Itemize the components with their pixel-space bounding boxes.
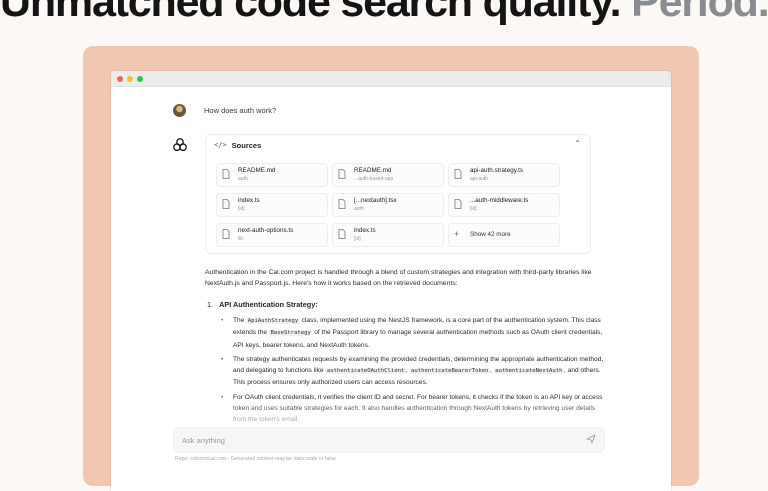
inline-code: authenticateOAuthClient: [325, 368, 406, 375]
file-icon: [338, 199, 346, 209]
ask-box: [173, 427, 605, 453]
source-card[interactable]: README.md ...auth-based-app: [332, 163, 444, 187]
source-file-name: README.md: [238, 167, 276, 174]
file-icon: [222, 199, 230, 209]
source-file-name: api-auth.strategy.ts: [470, 167, 524, 174]
file-icon: [454, 199, 462, 209]
chevron-up-icon[interactable]: ⌃: [574, 139, 581, 148]
source-repo: api-auth: [470, 176, 489, 182]
source-card[interactable]: ...auth-middleware.ts [id]: [448, 193, 560, 217]
source-repo: lib: [238, 236, 244, 242]
file-icon: [338, 229, 346, 239]
headline-muted: Period.: [631, 0, 768, 26]
close-window-button[interactable]: [117, 75, 123, 82]
sources-header[interactable]: </> Sources ⌃: [206, 135, 590, 155]
plus-icon: +: [454, 229, 460, 239]
user-message: How does auth work?: [173, 104, 276, 117]
source-repo: [id]: [354, 236, 361, 242]
window-titlebar: [111, 71, 671, 87]
text-span: The: [233, 317, 247, 324]
text-span: ,: [405, 367, 410, 375]
answer-intro-text: Authentication in the Cal.com project is…: [205, 269, 592, 287]
source-card[interactable]: api-auth.strategy.ts api-auth: [448, 163, 560, 187]
file-icon: [338, 169, 346, 179]
inline-code: ApiAuthStrategy: [246, 318, 300, 324]
source-repo: [id]: [238, 206, 245, 212]
file-icon: [454, 169, 462, 179]
source-file-name: next-auth-options.ts: [238, 227, 294, 234]
inline-code: BaseStrategy: [268, 330, 313, 337]
source-file-name: README.md: [354, 167, 392, 174]
list-item: The ApiAuthStrategy class, implemented u…: [221, 315, 607, 351]
sources-title: Sources: [231, 140, 262, 150]
answer-section-heading: 1. API Authentication Strategy:: [207, 300, 318, 309]
inline-code: authenticateBearerToken: [409, 368, 490, 375]
file-icon: [222, 169, 230, 179]
send-icon[interactable]: [586, 434, 596, 444]
page-headline: Unmatched code search quality. Period.: [0, 0, 768, 27]
source-card[interactable]: README.md auth: [216, 163, 328, 187]
source-repo: ...auth-based-app: [354, 176, 394, 182]
inline-code: authenticateNextAuth: [493, 368, 565, 375]
file-icon: [222, 229, 230, 239]
source-card[interactable]: index.ts [id]: [216, 193, 328, 217]
app-window: How does auth work? </> Sources ⌃ README…: [111, 71, 671, 491]
source-repo: auth: [354, 206, 364, 212]
footer-note: Repo: calcom/cal.com · Generated content…: [175, 456, 336, 462]
source-file-name: ...auth-middleware.ts: [470, 197, 529, 204]
section-number: 1.: [207, 300, 214, 309]
headline-main: Unmatched code search quality.: [0, 0, 622, 26]
trefoil-logo-icon: [173, 138, 187, 152]
show-more-sources-button[interactable]: + Show 42 more: [448, 223, 560, 247]
ask-input[interactable]: [180, 432, 564, 448]
minimize-window-button[interactable]: [127, 75, 133, 82]
source-file-name: [...nextauth].tsx: [354, 197, 397, 204]
source-card[interactable]: index.ts [id]: [332, 223, 444, 247]
user-question: How does auth work?: [204, 106, 277, 115]
avatar: [173, 104, 186, 117]
source-repo: auth: [238, 176, 248, 182]
source-card[interactable]: next-auth-options.ts lib: [216, 223, 328, 247]
show-more-label: Show 42 more: [470, 231, 511, 238]
sources-panel: </> Sources ⌃ README.md auth README.md .…: [205, 134, 591, 254]
source-card[interactable]: [...nextauth].tsx auth: [332, 193, 444, 217]
source-repo: [id]: [470, 206, 477, 212]
source-file-name: index.ts: [238, 197, 260, 204]
code-brackets-icon: </>: [214, 141, 227, 149]
maximize-window-button[interactable]: [137, 75, 143, 82]
answer-intro: Authentication in the Cal.com project is…: [205, 267, 615, 289]
source-file-name: index.ts: [354, 227, 376, 234]
list-item: The strategy authenticates requests by e…: [221, 354, 607, 389]
section-title: API Authentication Strategy:: [219, 300, 318, 309]
